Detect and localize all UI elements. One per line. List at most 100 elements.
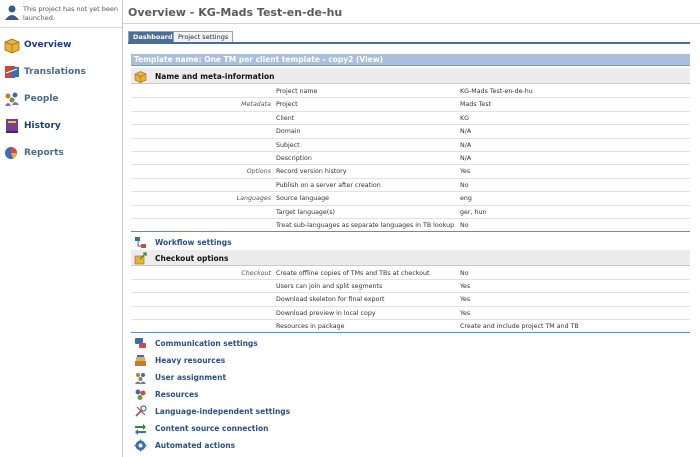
section-heavy-resources[interactable]: Heavy resources bbox=[131, 352, 690, 368]
row-group-label: Checkout bbox=[241, 269, 271, 277]
section-label: Checkout options bbox=[155, 254, 229, 263]
table-row: Publish on a server after creation No bbox=[131, 179, 690, 193]
sidebar-item-overview[interactable]: Overview bbox=[2, 34, 120, 56]
row-value: No bbox=[460, 222, 469, 229]
row-key: Source language bbox=[276, 195, 329, 203]
connection-icon bbox=[135, 424, 146, 435]
row-key: Description bbox=[276, 155, 312, 162]
sidebar: This project has not yet been launched. … bbox=[0, 0, 123, 457]
row-value: N/A bbox=[460, 128, 472, 136]
header-divider bbox=[123, 23, 700, 24]
row-group-label: Languages bbox=[236, 195, 271, 203]
template-name-link[interactable]: Template name: One TM per client templat… bbox=[134, 55, 383, 64]
user-assignment-icon bbox=[135, 373, 146, 384]
section-language-independent[interactable]: Language-independent settings bbox=[131, 403, 690, 419]
row-key: Target language(s) bbox=[276, 208, 335, 216]
section-user-assignment[interactable]: User assignment bbox=[131, 369, 690, 385]
row-group-label: Metadata bbox=[241, 101, 271, 109]
row-value: Yes bbox=[460, 296, 471, 304]
row-key: Download preview in local copy bbox=[276, 309, 376, 317]
row-key: Project name bbox=[276, 88, 318, 95]
row-value: Create and include project TM and TB bbox=[460, 323, 579, 331]
row-value: KG bbox=[460, 114, 470, 122]
page-title: Overview - KG-Mads Test-en-de-hu bbox=[128, 6, 343, 19]
section-communication[interactable]: Communication settings bbox=[131, 335, 690, 351]
sidebar-item-history[interactable]: History bbox=[2, 115, 120, 137]
row-key: Record version history bbox=[276, 168, 347, 176]
section-label: Communication settings bbox=[155, 339, 258, 348]
sidebar-item-reports[interactable]: Reports bbox=[2, 142, 120, 164]
row-group-label: Options bbox=[246, 168, 271, 176]
table-row: Checkout Create offline copies of TMs and… bbox=[131, 267, 690, 280]
project-status: This project has not yet been launched. bbox=[2, 2, 120, 26]
sidebar-divider bbox=[0, 27, 123, 28]
row-value: No bbox=[460, 181, 469, 189]
section-automated-actions[interactable]: Automated actions bbox=[131, 437, 690, 453]
table-row: Languages Source language eng bbox=[131, 192, 690, 206]
row-key: Publish on a server after creation bbox=[276, 181, 381, 189]
section-label: Name and meta-information bbox=[155, 72, 275, 81]
sidebar-item-translations[interactable]: Translations bbox=[2, 61, 120, 83]
translate-icon bbox=[5, 66, 19, 78]
sidebar-item-label: Overview bbox=[24, 40, 72, 50]
section-checkout[interactable]: Checkout options bbox=[131, 250, 690, 266]
table-row: Domain N/A bbox=[131, 125, 690, 139]
tab-project-settings[interactable]: Project settings bbox=[173, 31, 234, 42]
row-value: No bbox=[460, 269, 469, 277]
row-value: Mads Test bbox=[460, 101, 491, 109]
section-workflow[interactable]: Workflow settings bbox=[131, 234, 690, 250]
tab-dashboard[interactable]: Dashboard bbox=[128, 31, 178, 42]
row-key: Project bbox=[276, 101, 298, 109]
row-key: Client bbox=[276, 114, 295, 122]
row-key: Treat sub-languages as separate language… bbox=[276, 222, 455, 229]
row-value: N/A bbox=[460, 141, 472, 149]
template-name-bar: Template name: One TM per client templat… bbox=[131, 54, 690, 66]
tab-underline bbox=[128, 42, 690, 44]
row-value: eng bbox=[460, 195, 472, 203]
table-row: Metadata Project Mads Test bbox=[131, 98, 690, 112]
people-icon bbox=[5, 92, 19, 106]
status-text: This project has not yet been launched. bbox=[23, 5, 118, 22]
section-label: Workflow settings bbox=[155, 238, 232, 247]
section-label: User assignment bbox=[155, 373, 227, 382]
table-row: Users can join and split segments Yes bbox=[131, 280, 690, 294]
row-key: Create offline copies of TMs and TBs at … bbox=[276, 269, 430, 277]
row-value: Yes bbox=[460, 282, 471, 290]
section-content-source[interactable]: Content source connection bbox=[131, 420, 690, 436]
row-value: ger, hun bbox=[460, 208, 487, 216]
row-value: Yes bbox=[460, 309, 471, 317]
row-key: Resources in package bbox=[276, 323, 345, 331]
box-icon bbox=[4, 38, 20, 54]
tools-icon bbox=[135, 405, 147, 417]
automation-icon bbox=[134, 439, 147, 452]
row-key: Subject bbox=[276, 141, 300, 149]
table-row: Client KG bbox=[131, 112, 690, 126]
row-value: N/A bbox=[460, 155, 472, 162]
section-label: Automated actions bbox=[155, 441, 236, 450]
resources-icon bbox=[135, 389, 146, 400]
user-icon bbox=[5, 5, 19, 20]
section-resources[interactable]: Resources bbox=[131, 386, 690, 402]
section-label: Language-independent settings bbox=[155, 407, 291, 416]
section-name-meta[interactable]: Name and meta-information bbox=[131, 68, 690, 84]
box-icon bbox=[134, 71, 147, 83]
table-row: Project name KG-Mads Test-en-de-hu bbox=[131, 85, 690, 99]
heavy-resources-icon bbox=[135, 355, 146, 366]
section-divider bbox=[131, 231, 690, 232]
sidebar-item-label: History bbox=[24, 121, 61, 131]
workflow-icon bbox=[135, 237, 146, 248]
row-value: Yes bbox=[460, 168, 471, 176]
row-key: Download skeleton for final export bbox=[276, 296, 385, 304]
table-row: Subject N/A bbox=[131, 139, 690, 152]
section-label: Heavy resources bbox=[155, 356, 226, 365]
checkout-icon bbox=[134, 252, 147, 265]
section-divider bbox=[131, 332, 690, 333]
row-key: Domain bbox=[276, 128, 301, 136]
chart-icon bbox=[5, 147, 17, 159]
table-row: Download preview in local copy Yes bbox=[131, 307, 690, 321]
table-row: Options Record version history Yes bbox=[131, 165, 690, 179]
sidebar-item-people[interactable]: People bbox=[2, 88, 120, 110]
communication-icon bbox=[135, 338, 146, 348]
row-key: Users can join and split segments bbox=[276, 282, 383, 290]
table-row: Target language(s) ger, hun bbox=[131, 206, 690, 219]
